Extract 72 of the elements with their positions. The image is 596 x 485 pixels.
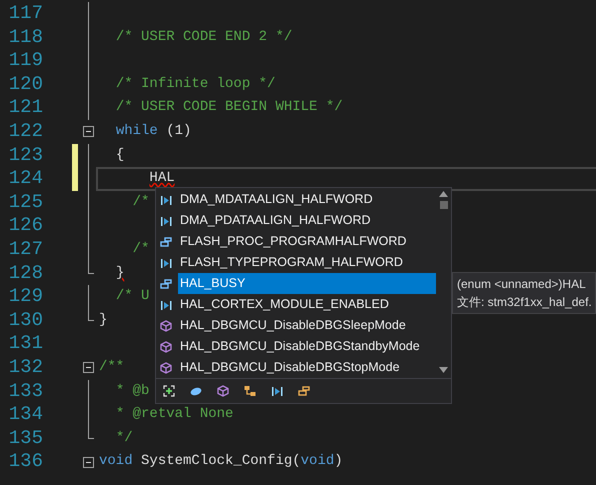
code-comment: */ (116, 428, 133, 448)
line-number: 132 (8, 356, 43, 380)
code-text: { (116, 146, 124, 165)
code-text: SystemClock_Config( (141, 452, 301, 472)
code-comment: /* (132, 192, 150, 212)
line-number: 133 (8, 380, 43, 404)
collapse-icon[interactable] (83, 126, 94, 138)
tooltip-text: 文件: stm32f1xx_hal_def. (457, 294, 593, 311)
code-comment: /* USER CODE BEGIN WHILE */ (116, 98, 343, 118)
completion-item[interactable]: HAL_DBGMCU_DisableDBGSleepMode (178, 315, 436, 336)
code-text: } (116, 264, 124, 283)
collapse-icon[interactable] (83, 456, 94, 468)
keyword: void (300, 452, 334, 472)
scroll-down-icon[interactable] (439, 367, 448, 373)
completion-item[interactable]: FLASH_PROC_PROGRAMHALFWORD (178, 231, 436, 252)
code-comment: /* USER CODE END 2 */ (116, 28, 292, 47)
completion-item[interactable]: HAL_DBGMCU_DisableDBGStopMode (178, 357, 436, 378)
code-comment: * @retval None (116, 405, 234, 424)
code-comment: /* (132, 240, 150, 259)
line-number: 129 (8, 285, 43, 309)
line-number: 126 (8, 214, 43, 238)
completion-item[interactable]: HAL_BUSY (178, 273, 436, 294)
expand-icon[interactable] (163, 385, 175, 397)
line-number: 118 (8, 26, 43, 50)
cube-icon (160, 362, 172, 374)
cube-icon[interactable] (217, 385, 229, 397)
completion-item[interactable]: DMA_MDATAALIGN_HALFWORD (178, 189, 436, 210)
line-number: 120 (8, 72, 43, 96)
line-number: 128 (8, 262, 43, 286)
member-icon[interactable] (271, 385, 283, 397)
shapes-icon[interactable] (244, 385, 256, 397)
line-number: 119 (8, 49, 43, 73)
line-number: 131 (8, 332, 43, 356)
code-comment: /* U (116, 287, 150, 306)
member-icon (160, 194, 172, 206)
line-number: 124 (8, 167, 43, 191)
line-number: 135 (8, 426, 43, 450)
enum-icon (160, 278, 172, 290)
code-comment: * @b (116, 382, 150, 400)
completion-item[interactable]: DMA_PDATAALIGN_HALFWORD (178, 210, 436, 231)
completion-item[interactable]: FLASH_TYPEPROGRAM_HALFWORD (178, 252, 436, 273)
line-number: 134 (8, 403, 43, 427)
scroll-up-icon[interactable] (439, 191, 448, 197)
scroll-thumb[interactable] (440, 201, 448, 209)
member-icon (160, 214, 172, 226)
line-number: 121 (8, 96, 43, 120)
code-comment: /** (99, 358, 124, 377)
enum-icon[interactable] (298, 385, 310, 397)
line-number: 122 (8, 120, 43, 144)
line-number: 117 (8, 2, 43, 26)
code-text: (1) (166, 122, 192, 141)
line-number: 127 (8, 238, 43, 262)
line-number: 130 (8, 308, 43, 332)
code-comment: /* Infinite loop */ (116, 74, 276, 94)
tooltip-text: (enum <unnamed>)HAL (457, 276, 587, 293)
code-text: ) (334, 452, 343, 472)
line-number: 125 (8, 190, 43, 214)
completion-item[interactable]: HAL_CORTEX_MODULE_ENABLED (178, 294, 436, 315)
code-text: HAL (149, 169, 175, 188)
cube-icon (160, 340, 172, 352)
collapse-icon[interactable] (83, 362, 94, 374)
completion-item[interactable]: HAL_DBGMCU_DisableDBGStandbyMode (178, 336, 436, 357)
keyword: void (99, 452, 133, 472)
line-number: 136 (8, 450, 43, 474)
cube-icon (160, 320, 172, 332)
pill-icon[interactable] (190, 385, 202, 397)
code-text: } (99, 310, 108, 330)
line-number: 123 (8, 144, 43, 168)
keyword: while (116, 122, 158, 141)
member-icon (160, 256, 172, 268)
member-icon (160, 298, 172, 310)
enum-icon (160, 236, 172, 248)
